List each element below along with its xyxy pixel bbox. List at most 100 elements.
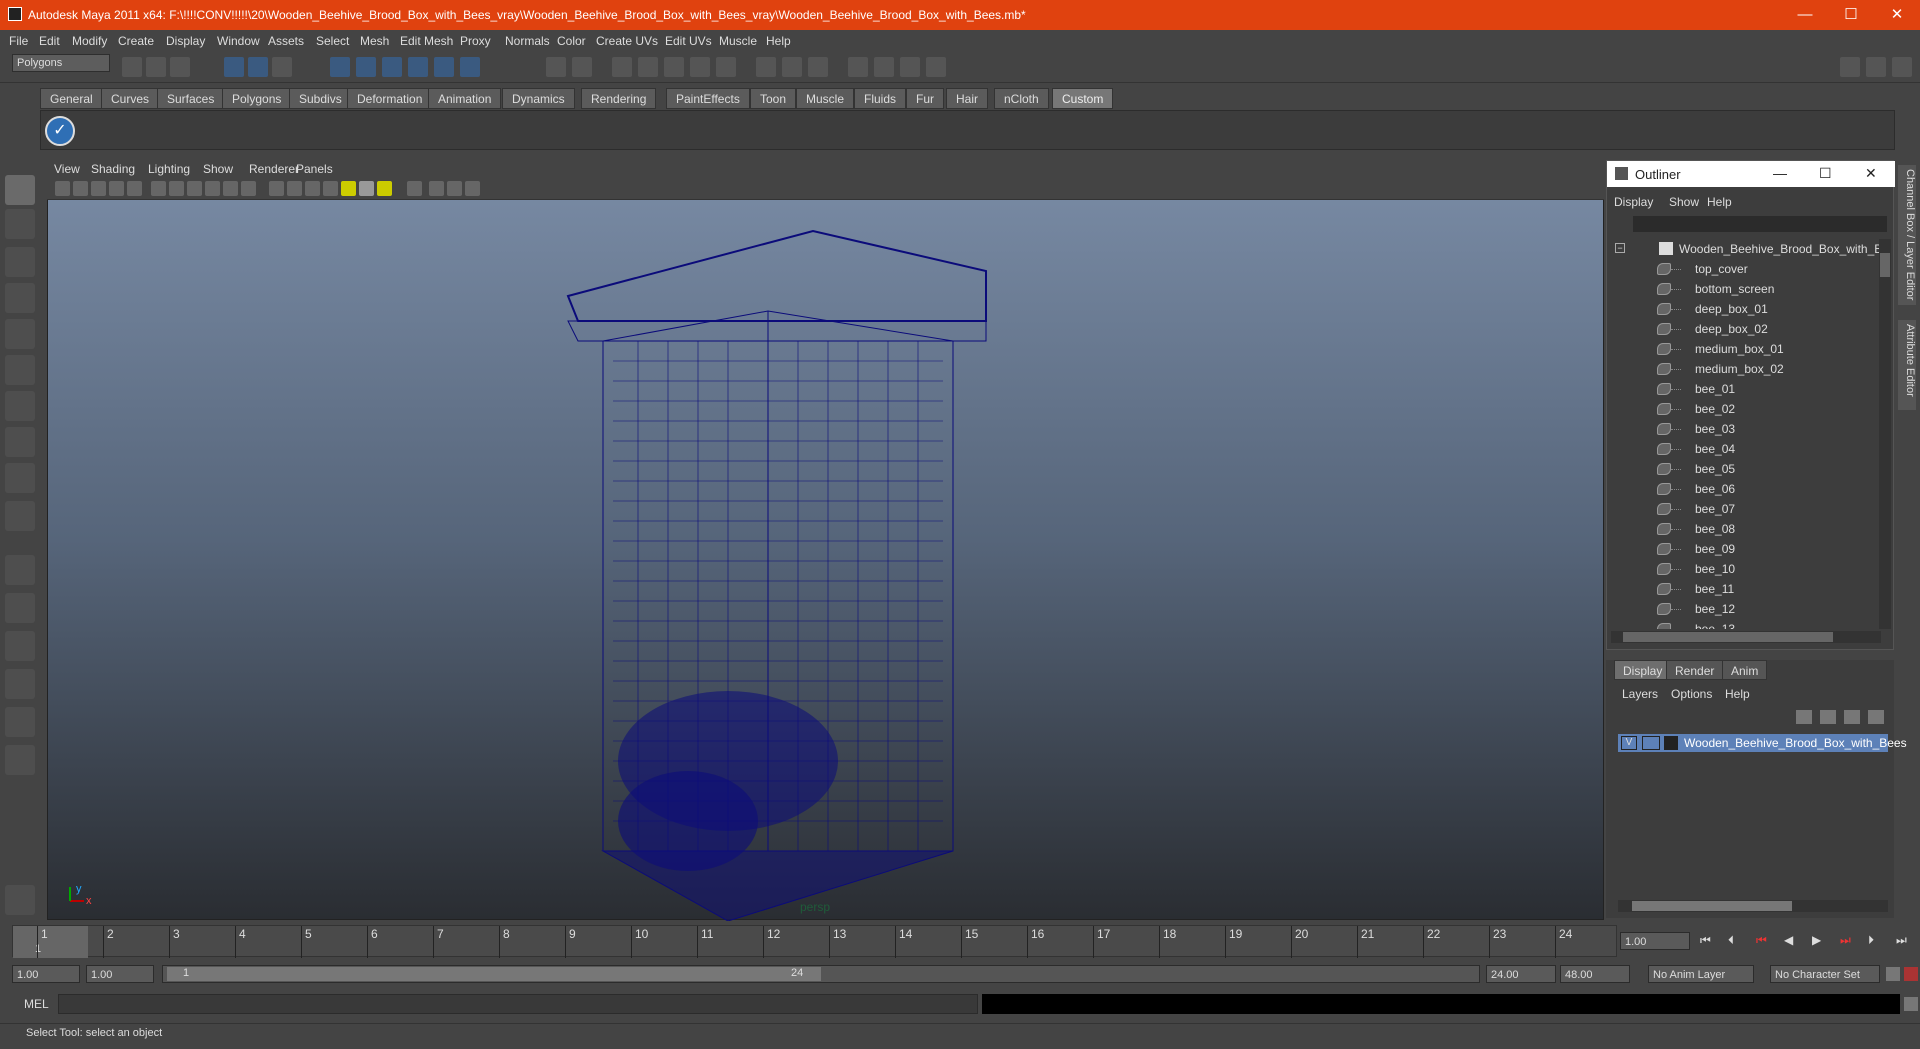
menu-file[interactable]: File [9, 34, 28, 48]
range-slider-bar[interactable]: 1 24 [167, 967, 821, 981]
shadows-icon[interactable] [359, 181, 374, 196]
script-editor-icon[interactable] [1904, 997, 1918, 1011]
channel-box-side-tab[interactable]: Channel Box / Layer Editor [1898, 165, 1916, 305]
menu-edit-mesh[interactable]: Edit Mesh [400, 34, 453, 48]
preferences-icon[interactable] [1904, 967, 1918, 981]
current-time-field[interactable]: 1.00 [1620, 932, 1690, 950]
vp-menu-show[interactable]: Show [203, 162, 233, 176]
vp-menu-view[interactable]: View [54, 162, 80, 176]
list-item[interactable]: deep_box_01 [1611, 299, 1879, 319]
menu-modify[interactable]: Modify [72, 34, 107, 48]
list-item[interactable]: bee_10 [1611, 559, 1879, 579]
attribute-editor-side-tab[interactable]: Attribute Editor [1898, 320, 1916, 410]
new-scene-icon[interactable] [122, 57, 142, 77]
step-back-frame-icon[interactable]: ⏴ [1728, 933, 1734, 948]
render-tool-icon[interactable] [5, 885, 35, 915]
bookmark-icon[interactable] [91, 181, 106, 196]
ipr-render-icon[interactable] [808, 57, 828, 77]
paint-select-icon[interactable] [5, 247, 35, 277]
play-forward-icon[interactable]: ▶ [1812, 933, 1821, 947]
tool-settings-toggle-icon[interactable] [1866, 57, 1886, 77]
isolate-select-icon[interactable] [407, 181, 422, 196]
outliner-minimize-button[interactable]: — [1773, 165, 1787, 181]
list-item[interactable]: bee_01 [1611, 379, 1879, 399]
magnet-surface-icon[interactable] [716, 57, 736, 77]
outliner-menu-help[interactable]: Help [1707, 195, 1732, 209]
list-item[interactable]: bee_12 [1611, 599, 1879, 619]
lock-icon[interactable] [546, 57, 566, 77]
list-item[interactable]: bee_13 [1611, 619, 1879, 629]
go-to-start-icon[interactable]: ⏮ [1700, 933, 1711, 948]
range-slider[interactable]: 1 24 [162, 965, 1480, 983]
command-input[interactable] [58, 994, 978, 1014]
layer-visibility-toggle[interactable]: V [1621, 736, 1637, 750]
menu-create-uvs[interactable]: Create UVs [596, 34, 658, 48]
select-input-icon[interactable] [572, 57, 592, 77]
anim-layer-dropdown[interactable]: No Anim Layer [1648, 965, 1754, 983]
menu-help[interactable]: Help [766, 34, 791, 48]
tab-render[interactable]: Render [1666, 660, 1724, 680]
animation-end-field[interactable]: 48.00 [1560, 965, 1630, 983]
scrollbar-thumb[interactable] [1623, 632, 1833, 642]
rotate-tool-icon[interactable] [5, 319, 35, 349]
checkmark-shelf-icon[interactable]: ✓ [45, 116, 75, 146]
menu-proxy[interactable]: Proxy [460, 34, 491, 48]
show-manipulator-icon[interactable] [5, 463, 35, 493]
menu-window[interactable]: Window [217, 34, 260, 48]
question-icon[interactable] [460, 57, 480, 77]
camera-select-icon[interactable] [55, 181, 70, 196]
single-view-layout-icon[interactable] [5, 555, 35, 585]
outliner-horizontal-scrollbar[interactable] [1611, 631, 1881, 643]
camera-attr-icon[interactable] [73, 181, 88, 196]
default-light-icon[interactable] [377, 181, 392, 196]
resolution-gate-icon[interactable] [169, 181, 184, 196]
step-forward-key-icon[interactable]: ⏭ [1840, 933, 1851, 948]
render-settings-icon[interactable] [848, 57, 868, 77]
select-hierarchy-icon[interactable] [224, 57, 244, 77]
snap-plane-icon[interactable] [408, 57, 428, 77]
outliner-maximize-button[interactable]: ☐ [1819, 165, 1832, 182]
tab-dynamics[interactable]: Dynamics [502, 88, 575, 109]
magnet-icon[interactable] [638, 57, 658, 77]
vp-menu-panels[interactable]: Panels [296, 162, 333, 176]
new-layer-icon[interactable] [1796, 710, 1812, 724]
hypershade-icon[interactable] [874, 57, 894, 77]
new-layer-selected-icon[interactable] [1820, 710, 1836, 724]
time-slider[interactable]: 1 1 2 3 4 5 6 7 8 9 10 11 12 13 14 15 16 17 18 19 20 21 22 23 2… [12, 925, 1617, 958]
magnet-point-icon[interactable] [690, 57, 710, 77]
move-tool-icon[interactable] [5, 283, 35, 313]
list-item[interactable]: deep_box_02 [1611, 319, 1879, 339]
layer-row[interactable]: V Wooden_Beehive_Brood_Box_with_Bees [1618, 734, 1907, 752]
outliner-menu-display[interactable]: Display [1614, 195, 1653, 209]
layers-horizontal-scrollbar[interactable] [1618, 900, 1888, 912]
tab-hair[interactable]: Hair [946, 88, 989, 109]
menu-color[interactable]: Color [557, 34, 586, 48]
tab-ncloth[interactable]: nCloth [994, 88, 1049, 109]
save-scene-icon[interactable] [170, 57, 190, 77]
persp-outliner-layout-icon[interactable] [5, 631, 35, 661]
select-object-icon[interactable] [248, 57, 268, 77]
select-tool-icon[interactable] [5, 175, 35, 205]
character-set-dropdown[interactable]: No Character Set [1770, 965, 1880, 983]
tab-general[interactable]: General [40, 88, 103, 109]
outliner-vertical-scrollbar[interactable] [1879, 239, 1891, 629]
lasso-tool-icon[interactable] [5, 209, 35, 239]
tab-painteffects[interactable]: PaintEffects [666, 88, 750, 109]
open-scene-icon[interactable] [146, 57, 166, 77]
snap-grid-icon[interactable] [330, 57, 350, 77]
list-item[interactable]: bee_05 [1611, 459, 1879, 479]
tab-display[interactable]: Display [1614, 660, 1672, 680]
history-icon[interactable] [612, 57, 632, 77]
menu-muscle[interactable]: Muscle [719, 34, 757, 48]
tab-curves[interactable]: Curves [101, 88, 160, 109]
command-language-label[interactable]: MEL [24, 997, 49, 1011]
layer-display-type[interactable] [1642, 736, 1660, 750]
scrollbar-thumb[interactable] [1632, 901, 1792, 911]
tab-rendering[interactable]: Rendering [581, 88, 657, 109]
animation-start-field[interactable]: 1.00 [12, 965, 80, 983]
list-item[interactable]: bee_02 [1611, 399, 1879, 419]
image-plane-icon[interactable] [109, 181, 124, 196]
xray-joints-icon[interactable] [447, 181, 462, 196]
layer-options-icon[interactable] [1868, 710, 1884, 724]
snap-point-icon[interactable] [382, 57, 402, 77]
